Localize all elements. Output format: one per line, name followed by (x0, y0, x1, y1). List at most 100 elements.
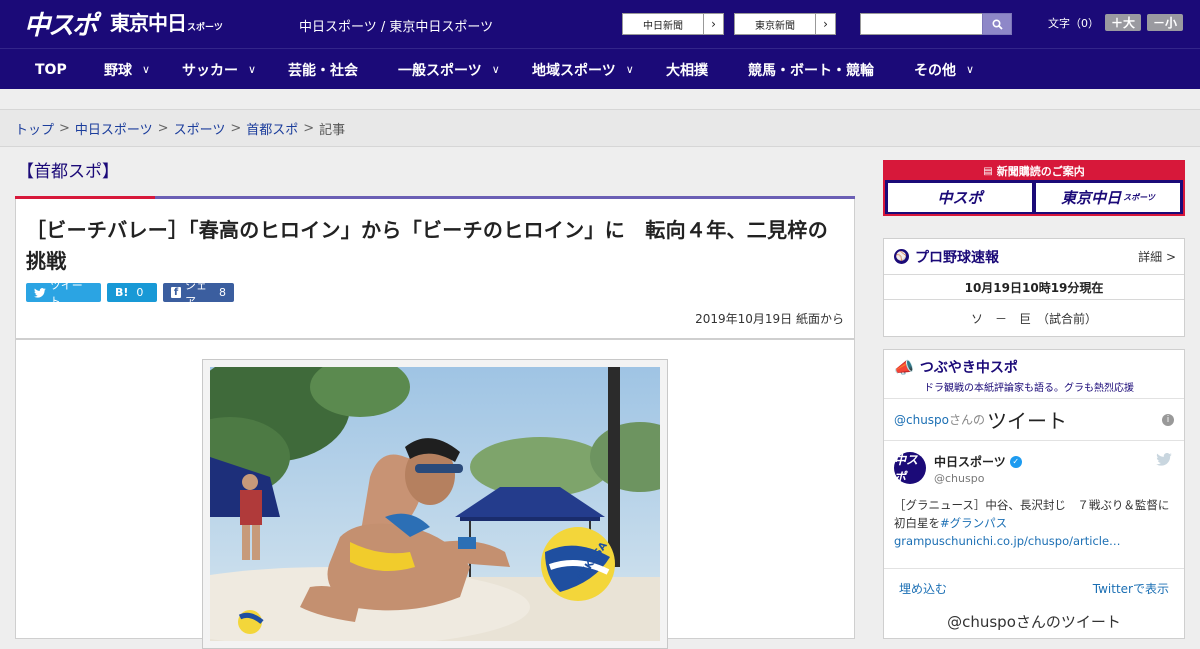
nav-label: 大相撲 (666, 62, 708, 79)
site-header: 中スポ 東京中日スポーツ 中日スポーツ / 東京中日スポーツ 中日新聞 › 東京… (0, 0, 1200, 48)
breadcrumb-link[interactable]: スポーツ (174, 119, 226, 138)
breadcrumb-separator: > (157, 120, 169, 136)
baseball-detail-link[interactable]: 詳細 > (1138, 248, 1176, 265)
tweet-author[interactable]: 中日スポーツ ✓ (934, 453, 1022, 470)
nav-item-racing[interactable]: 競馬・ボート・競輪 (748, 49, 874, 90)
info-icon[interactable]: i (1162, 413, 1174, 426)
nav-label: 競馬・ボート・競輪 (748, 62, 874, 79)
beach-volleyball-photo: MIKASA (210, 367, 660, 641)
breadcrumb-current: 記事 (319, 122, 346, 138)
tweets-footer: 埋め込む Twitterで表示 (884, 569, 1184, 607)
nav-item-sumo[interactable]: 大相撲 (666, 49, 708, 90)
avatar[interactable]: 中スポ (894, 452, 926, 484)
search-button[interactable] (982, 13, 1012, 35)
breadcrumb-link[interactable]: 首都スポ (246, 119, 298, 138)
view-on-twitter-link[interactable]: Twitterで表示 (1093, 580, 1169, 597)
tweet-author-name: 中日スポーツ (934, 455, 1006, 469)
site-title[interactable]: 中日スポーツ / 東京中日スポーツ (299, 16, 493, 35)
baseball-timestamp: 10月19日10時19分現在 (884, 275, 1184, 300)
facebook-icon: f (171, 287, 181, 298)
twitter-bird-icon[interactable] (1156, 453, 1172, 466)
article-dateline: 2019年10月19日 紙面から (695, 312, 844, 326)
logo-tokyo-text: 東京中日 (110, 11, 187, 35)
chevron-down-icon: ∨ (248, 63, 257, 76)
nav-item-entertainment[interactable]: 芸能・社会 (288, 49, 358, 90)
site-logo[interactable]: 中スポ 東京中日スポーツ (24, 8, 223, 43)
subscription-logo2-suffix: スポーツ (1123, 193, 1155, 202)
hatena-icon: B! (115, 286, 129, 299)
breadcrumb-link[interactable]: 中日スポーツ (75, 119, 153, 138)
tweet-body: ［グラニュース］中谷、長沢封じ ７戦ぶり＆監督に初白星を (894, 498, 1170, 530)
article-headline: ［ビーチバレー］「春高のヒロイン」から「ビーチのヒロイン」に 転向４年、二見梓の… (26, 218, 828, 273)
twitter-panel-title-row: 📣 つぶやき中スポ (894, 357, 1174, 377)
chevron-right-icon: › (815, 14, 835, 34)
sidebar: ▤ 新聞購読のご案内 中スポ 東京中日 スポーツ ⚾ プロ野球速報 詳細 > 10… (883, 160, 1185, 639)
header-spacer (0, 89, 1200, 109)
article-photo-frame: MIKASA (202, 359, 668, 649)
font-size-label: 文字（0） (1048, 16, 1099, 30)
nav-label: 一般スポーツ (398, 62, 482, 79)
subscription-logos: 中スポ 東京中日 スポーツ (885, 180, 1183, 212)
search-icon (991, 18, 1003, 30)
subscription-title: 新聞購読のご案内 (996, 165, 1085, 178)
nav-item-top[interactable]: TOP (35, 49, 67, 90)
tweets-handle[interactable]: @chuspo (894, 413, 949, 427)
breadcrumb-separator: > (59, 120, 70, 136)
chevron-down-icon: ∨ (491, 63, 500, 76)
search-form (860, 13, 1012, 35)
nav-item-other[interactable]: その他 ∨ (914, 49, 974, 90)
tokyo-shimbun-button[interactable]: 東京新聞 › (734, 13, 836, 35)
search-input[interactable] (860, 13, 982, 35)
subscription-banner[interactable]: ▤ 新聞購読のご案内 中スポ 東京中日 スポーツ (883, 160, 1185, 216)
article-header: ［ビーチバレー］「春高のヒロイン」から「ビーチのヒロイン」に 転向４年、二見梓の… (15, 199, 855, 339)
nav-item-general-sports[interactable]: 一般スポーツ ∨ (398, 49, 500, 90)
twitter-panel-title: つぶやき中スポ (919, 360, 1018, 376)
font-bigger-button[interactable]: ＋大 (1105, 14, 1142, 31)
tweet-button[interactable]: ツイート (26, 279, 101, 308)
embed-link[interactable]: 埋め込む (899, 580, 947, 597)
baseball-scores-panel: ⚾ プロ野球速報 詳細 > 10月19日10時19分現在 ソ － 巨 （試合前） (883, 238, 1185, 337)
twitter-bird-icon (34, 287, 46, 298)
hatena-bookmark-button[interactable]: B! 0 (107, 283, 157, 302)
article-photo[interactable]: MIKASA (210, 367, 660, 641)
baseball-game-row[interactable]: ソ － 巨 （試合前） (884, 300, 1184, 336)
subscription-chuspo-logo[interactable]: 中スポ (888, 183, 1032, 212)
hatena-count: 0 (136, 286, 144, 299)
breadcrumb-separator: > (230, 120, 242, 136)
facebook-share-label: シェア (185, 278, 207, 308)
chevron-right-icon: › (703, 14, 723, 34)
logo-chuspo[interactable]: 中スポ (24, 11, 98, 41)
subscription-title-bar: ▤ 新聞購読のご案内 (885, 162, 1183, 180)
subscription-tokyo-chunichi-logo[interactable]: 東京中日 スポーツ (1036, 183, 1180, 212)
breadcrumb-separator: > (303, 120, 315, 136)
chevron-down-icon: ∨ (966, 63, 975, 76)
tweet-link[interactable]: grampuschunichi.co.jp/chuspo/article… (894, 534, 1121, 548)
megaphone-icon: 📣 (894, 357, 914, 377)
nav-label: その他 (914, 62, 956, 79)
newspaper-icon: ▤ (983, 165, 993, 177)
baseball-panel-header: ⚾ プロ野球速報 詳細 > (884, 239, 1184, 275)
tweet-button-label: ツイート (49, 278, 83, 308)
nav-item-soccer[interactable]: サッカー ∨ (182, 49, 256, 90)
chunichi-shimbun-button[interactable]: 中日新聞 › (622, 13, 724, 35)
baseball-panel-title: プロ野球速報 (915, 249, 999, 266)
breadcrumb-link[interactable]: トップ (15, 119, 54, 138)
nav-item-baseball[interactable]: 野球 ∨ (104, 49, 150, 90)
tweets-handle-suffix: さんの (949, 413, 986, 427)
nav-item-local-sports[interactable]: 地域スポーツ ∨ (532, 49, 634, 90)
paper-button-label: 東京新聞 (755, 20, 795, 32)
verified-icon: ✓ (1009, 455, 1022, 468)
tweet-hashtag[interactable]: #グランパス (940, 516, 1007, 530)
main-nav: TOP 野球 ∨ サッカー ∨ 芸能・社会 一般スポーツ ∨ 地域スポーツ ∨ 大相撲 … (0, 48, 1200, 89)
section-label: 【首都スポ】 (17, 162, 119, 182)
font-smaller-button[interactable]: －小 (1147, 14, 1184, 31)
facebook-share-count: 8 (219, 286, 226, 299)
baseball-icon: ⚾ (894, 249, 909, 264)
more-tweets-heading[interactable]: @chuspoさんのツイート (884, 607, 1184, 631)
facebook-share-button[interactable]: f シェア 8 (163, 279, 234, 308)
twitter-panel-subtitle: ドラ観戦の本紙評論家も語る。グラも熱烈応援 (924, 383, 1134, 394)
logo-tokyo-chunichi[interactable]: 東京中日スポーツ (110, 8, 223, 43)
chevron-down-icon: ∨ (142, 63, 151, 76)
tweet-card[interactable]: 中スポ 中日スポーツ ✓ @chuspo ［グラニュース］中谷、長沢封じ ７戦ぶ… (884, 441, 1184, 569)
tweet-username[interactable]: @chuspo (934, 472, 984, 485)
